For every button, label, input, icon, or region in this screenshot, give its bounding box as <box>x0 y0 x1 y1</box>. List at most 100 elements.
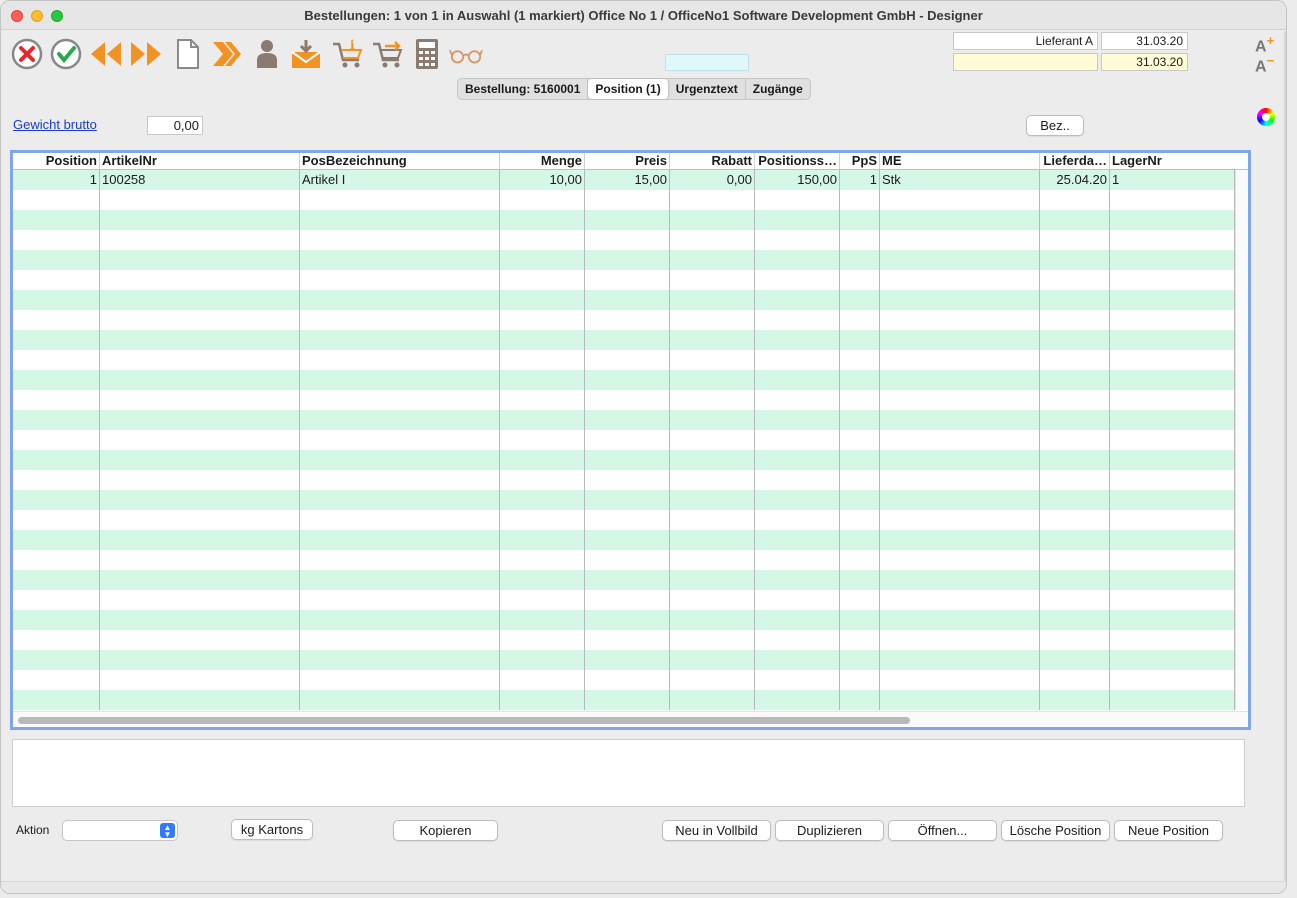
table-cell-empty[interactable] <box>100 290 300 310</box>
table-cell-empty[interactable] <box>100 470 300 490</box>
table-row-empty[interactable] <box>13 250 1235 270</box>
table-cell-empty[interactable] <box>100 590 300 610</box>
table-cell-empty[interactable] <box>840 510 880 530</box>
table-cell-empty[interactable] <box>300 190 500 210</box>
column-header-me[interactable]: ME <box>880 153 1040 169</box>
table-cell-empty[interactable] <box>500 390 585 410</box>
date-field-2[interactable]: 31.03.20 <box>1101 53 1188 71</box>
table-cell-empty[interactable] <box>100 610 300 630</box>
table-cell-empty[interactable] <box>840 470 880 490</box>
table-cell-empty[interactable] <box>500 510 585 530</box>
table-cell-empty[interactable] <box>840 290 880 310</box>
table-cell-empty[interactable] <box>880 650 1040 670</box>
cell-lieferdatum[interactable]: 25.04.20 <box>1040 170 1110 190</box>
table-cell-empty[interactable] <box>670 630 755 650</box>
vertical-scrollbar[interactable] <box>1235 170 1248 710</box>
table-cell-empty[interactable] <box>300 630 500 650</box>
tab-position[interactable]: Position (1) <box>588 79 669 99</box>
table-cell-empty[interactable] <box>670 690 755 710</box>
table-cell-empty[interactable] <box>1110 290 1235 310</box>
table-cell-empty[interactable] <box>300 550 500 570</box>
table-cell-empty[interactable] <box>100 690 300 710</box>
table-cell-empty[interactable] <box>1040 370 1110 390</box>
table-row-empty[interactable] <box>13 530 1235 550</box>
table-cell-empty[interactable] <box>840 390 880 410</box>
kopieren-button[interactable]: Kopieren <box>393 820 498 841</box>
table-cell-empty[interactable] <box>755 570 840 590</box>
table-cell-empty[interactable] <box>1040 290 1110 310</box>
table-row-empty[interactable] <box>13 310 1235 330</box>
table-cell-empty[interactable] <box>1110 670 1235 690</box>
table-cell-empty[interactable] <box>670 190 755 210</box>
aktion-select[interactable]: ▲ ▼ <box>62 820 178 841</box>
table-cell-empty[interactable] <box>585 530 670 550</box>
table-cell-empty[interactable] <box>13 470 100 490</box>
inbox-icon[interactable] <box>289 37 323 71</box>
column-header-lieferdatum[interactable]: Lieferda… <box>1040 153 1110 169</box>
table-cell-empty[interactable] <box>1040 630 1110 650</box>
table-cell-empty[interactable] <box>1110 210 1235 230</box>
table-cell-empty[interactable] <box>1040 690 1110 710</box>
table-cell-empty[interactable] <box>670 470 755 490</box>
table-row-empty[interactable] <box>13 470 1235 490</box>
table-cell-empty[interactable] <box>880 350 1040 370</box>
table-cell-empty[interactable] <box>100 210 300 230</box>
table-cell-empty[interactable] <box>840 330 880 350</box>
table-cell-empty[interactable] <box>880 670 1040 690</box>
table-cell-empty[interactable] <box>755 430 840 450</box>
cart-info-icon[interactable]: i <box>331 37 365 71</box>
table-cell-empty[interactable] <box>100 450 300 470</box>
new-document-icon[interactable] <box>171 37 205 71</box>
table-cell-empty[interactable] <box>755 190 840 210</box>
table-cell-empty[interactable] <box>500 450 585 470</box>
table-row-empty[interactable] <box>13 490 1235 510</box>
gross-weight-link[interactable]: Gewicht brutto <box>13 117 97 132</box>
oeffnen-button[interactable]: Öffnen... <box>888 820 997 841</box>
table-cell-empty[interactable] <box>1040 510 1110 530</box>
table-cell-empty[interactable] <box>755 470 840 490</box>
table-cell-empty[interactable] <box>1040 210 1110 230</box>
cell-rabatt[interactable]: 0,00 <box>670 170 755 190</box>
table-cell-empty[interactable] <box>755 550 840 570</box>
horizontal-scrollbar[interactable] <box>13 711 1248 727</box>
table-cell-empty[interactable] <box>585 390 670 410</box>
table-cell-empty[interactable] <box>585 570 670 590</box>
table-cell-empty[interactable] <box>755 350 840 370</box>
table-cell-empty[interactable] <box>1110 270 1235 290</box>
table-cell-empty[interactable] <box>500 690 585 710</box>
notes-textarea[interactable] <box>12 739 1245 807</box>
table-cell-empty[interactable] <box>13 250 100 270</box>
table-cell-empty[interactable] <box>1110 550 1235 570</box>
table-cell-empty[interactable] <box>1110 350 1235 370</box>
table-cell-empty[interactable] <box>100 510 300 530</box>
table-cell-empty[interactable] <box>840 310 880 330</box>
table-cell-empty[interactable] <box>755 610 840 630</box>
table-cell-empty[interactable] <box>100 530 300 550</box>
table-cell-empty[interactable] <box>500 590 585 610</box>
cell-posbezeichnung[interactable]: Artikel I <box>300 170 500 190</box>
table-cell-empty[interactable] <box>755 390 840 410</box>
table-cell-empty[interactable] <box>755 330 840 350</box>
table-cell-empty[interactable] <box>300 610 500 630</box>
table-cell-empty[interactable] <box>500 470 585 490</box>
table-cell-empty[interactable] <box>100 330 300 350</box>
table-cell-empty[interactable] <box>670 310 755 330</box>
table-cell-empty[interactable] <box>1040 410 1110 430</box>
cell-preis[interactable]: 15,00 <box>585 170 670 190</box>
table-cell-empty[interactable] <box>1040 330 1110 350</box>
table-row-empty[interactable] <box>13 610 1235 630</box>
table-cell-empty[interactable] <box>500 330 585 350</box>
table-cell-empty[interactable] <box>13 270 100 290</box>
table-cell-empty[interactable] <box>13 450 100 470</box>
table-cell-empty[interactable] <box>13 610 100 630</box>
table-cell-empty[interactable] <box>585 350 670 370</box>
gross-weight-field[interactable]: 0,00 <box>147 116 203 135</box>
table-row-empty[interactable] <box>13 270 1235 290</box>
table-cell-empty[interactable] <box>500 490 585 510</box>
column-header-pps[interactable]: PpS <box>840 153 880 169</box>
table-cell-empty[interactable] <box>840 270 880 290</box>
table-cell-empty[interactable] <box>755 590 840 610</box>
next-icon[interactable] <box>129 37 163 71</box>
table-cell-empty[interactable] <box>755 370 840 390</box>
column-header-positionssumme[interactable]: Positionss… <box>755 153 840 169</box>
